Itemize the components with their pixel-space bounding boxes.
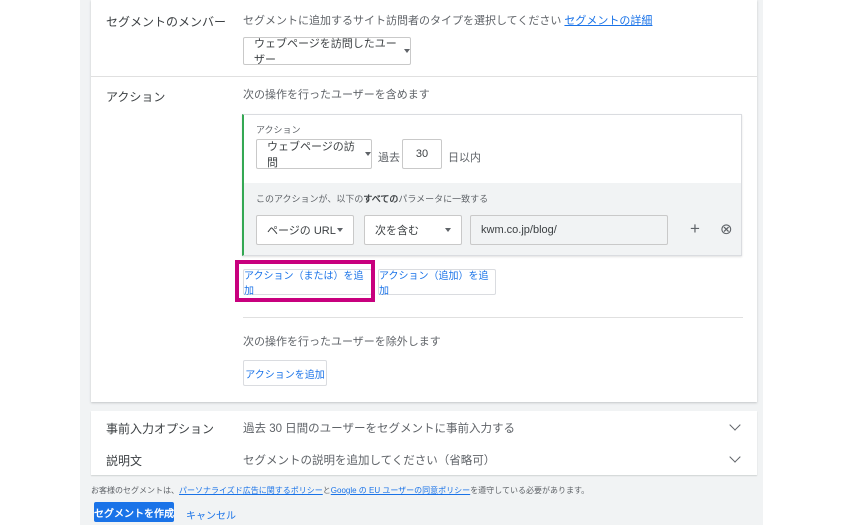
exclude-description: 次の操作を行ったユーザーを除外します	[243, 336, 441, 348]
caret-down-icon	[365, 152, 371, 156]
remove-parameter-icon[interactable]: ⊗	[720, 220, 733, 238]
caret-down-icon	[404, 49, 410, 53]
eu-consent-policy-link[interactable]: Google の EU ユーザーの同意ポリシー	[331, 486, 470, 495]
action-type-value: ウェブページの訪問	[267, 141, 355, 169]
policy-note: お客様のセグメントは、パーソナライズド広告に関するポリシーとGoogle の E…	[91, 485, 589, 496]
include-description: 次の操作を行ったユーザーを含めます	[243, 89, 430, 101]
days-suffix: 日以内	[448, 152, 481, 164]
members-label: セグメントのメンバー	[106, 15, 227, 29]
policy-note-prefix: お客様のセグメントは、	[91, 486, 179, 495]
description-row[interactable]: 説明文 セグメントの説明を追加してください（省略可）	[91, 443, 757, 475]
actions-label: アクション	[106, 90, 166, 104]
parameter-value: ページの URL	[267, 225, 336, 237]
caret-down-icon	[337, 228, 343, 232]
add-parameter-icon[interactable]: +	[690, 219, 700, 239]
caret-down-icon	[445, 228, 451, 232]
url-value-input[interactable]: kwm.co.jp/blog/	[470, 215, 668, 245]
add-action-and-button[interactable]: アクション（追加）を追加	[378, 269, 496, 297]
action-box-title: アクション	[256, 125, 301, 135]
match-type-value: 次を含む	[375, 225, 419, 237]
description-placeholder: セグメントの説明を追加してください（省略可）	[243, 455, 496, 467]
match-type-dropdown[interactable]: 次を含む	[364, 215, 462, 245]
prefill-description: 過去 30 日間のユーザーをセグメントに事前入力する	[243, 423, 515, 435]
parameter-area: このアクションが、以下のすべてのパラメータに一致する ページの URL 次を含む…	[244, 183, 741, 255]
create-segment-button[interactable]: セグメントを作成	[94, 502, 174, 522]
parameter-description: このアクションが、以下のすべてのパラメータに一致する	[256, 192, 488, 205]
add-action-or-button[interactable]: アクション（または）を追加	[243, 269, 372, 297]
days-value: 30	[415, 148, 429, 160]
param-suffix: パラメータに一致する	[398, 194, 489, 204]
past-label: 過去	[378, 152, 400, 164]
param-prefix: このアクションが、以下の	[256, 194, 364, 204]
parameter-dropdown[interactable]: ページの URL	[256, 215, 354, 245]
add-exclude-action-button[interactable]: アクションを追加	[243, 360, 327, 386]
prefill-label: 事前入力オプション	[106, 422, 215, 436]
param-bold: すべての	[363, 194, 399, 204]
members-desc-text: セグメントに追加するサイト訪問者のタイプを選択してください	[243, 15, 562, 27]
members-description: セグメントに追加するサイト訪問者のタイプを選択してください セグメントの詳細	[243, 12, 652, 28]
description-label: 説明文	[106, 454, 143, 468]
divider	[243, 317, 743, 318]
days-input[interactable]: 30	[402, 139, 442, 169]
prefill-options-row[interactable]: 事前入力オプション 過去 30 日間のユーザーをセグメントに事前入力する	[91, 411, 757, 443]
segment-details-link[interactable]: セグメントの詳細	[564, 15, 652, 27]
url-value: kwm.co.jp/blog/	[481, 224, 557, 236]
divider	[91, 76, 757, 77]
action-condition-box: アクション ウェブページの訪問 過去 30 日以内 このアクションが、以下のすべ…	[242, 114, 742, 256]
policy-note-suffix: を遵守している必要があります。	[470, 486, 590, 495]
member-type-value: ウェブページを訪問したユーザー	[254, 38, 397, 66]
chevron-down-icon[interactable]	[729, 451, 741, 463]
personalized-ads-policy-link[interactable]: パーソナライズド広告に関するポリシー	[179, 486, 323, 495]
member-type-dropdown[interactable]: ウェブページを訪問したユーザー	[243, 37, 411, 66]
chevron-down-icon[interactable]	[729, 419, 741, 431]
policy-note-and: と	[322, 486, 331, 495]
action-type-dropdown[interactable]: ウェブページの訪問	[256, 139, 372, 169]
cancel-button[interactable]: キャンセル	[186, 507, 236, 522]
